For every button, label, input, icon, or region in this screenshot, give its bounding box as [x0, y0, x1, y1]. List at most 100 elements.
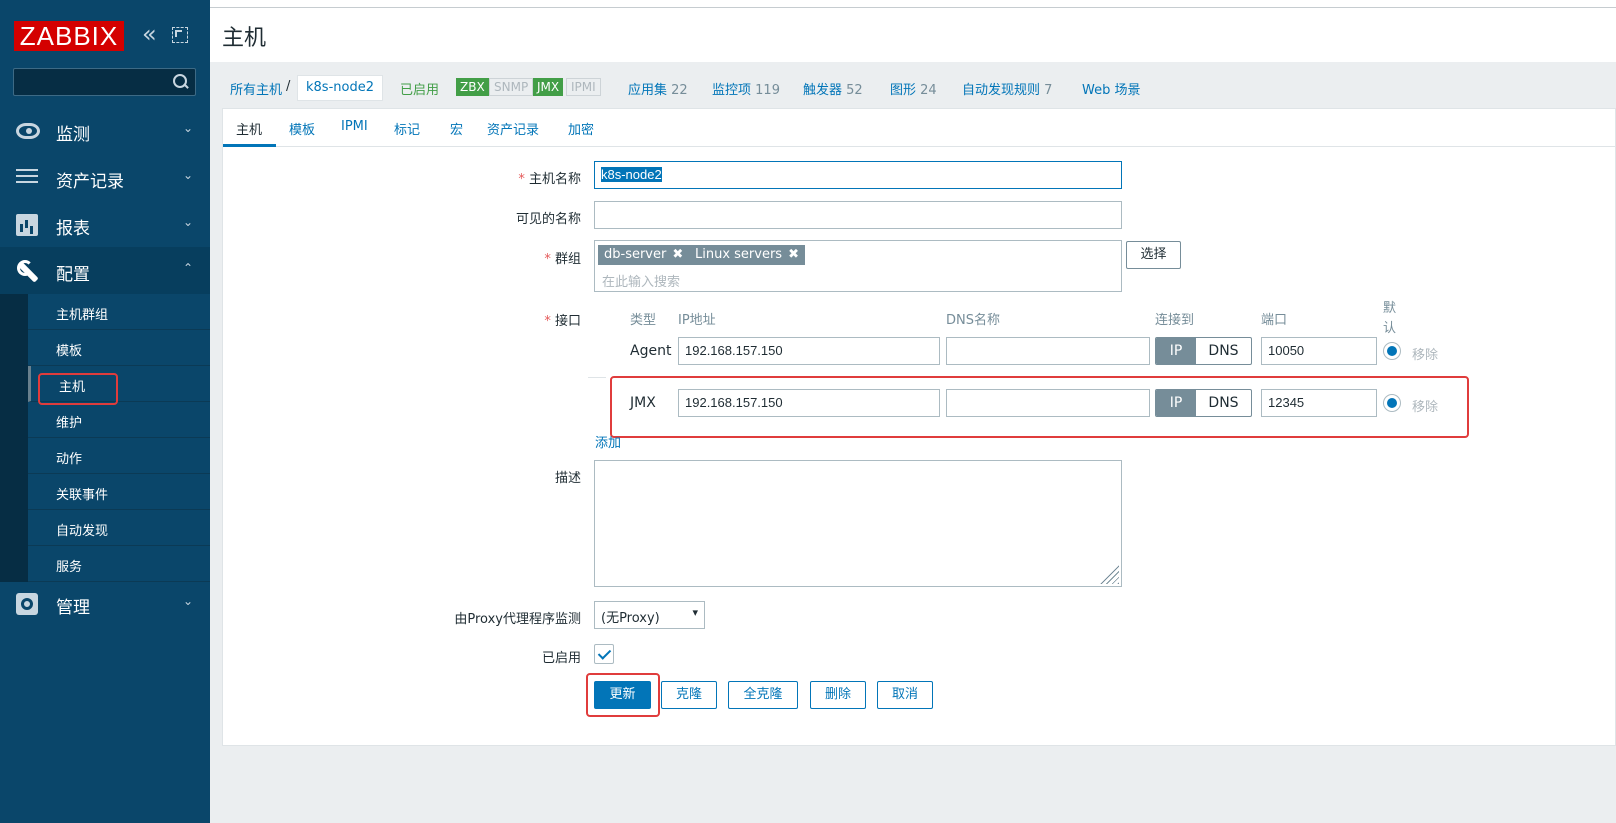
group-chip: Linux servers ✖ [689, 245, 805, 265]
description-textarea[interactable] [594, 460, 1122, 587]
link-count: 119 [755, 83, 780, 98]
page-title: 主机 [222, 26, 267, 51]
tab-ipmi[interactable]: IPMI [341, 119, 368, 134]
interface-header-ip: IP地址 [678, 313, 716, 328]
host-navigation: 所有主机 / k8s-node2 已启用 ZBX SNMP JMX IPMI 应… [210, 62, 1616, 108]
groups-multiselect[interactable]: db-server ✖ Linux servers ✖ 在此输入搜索 [594, 240, 1122, 292]
submenu-discovery[interactable]: 自动发现 [28, 510, 210, 546]
link-triggers[interactable]: 触发器 52 [803, 79, 863, 98]
agent-remove-link[interactable]: 移除 [1412, 344, 1438, 363]
host-form: 主机 模板 IPMI 标记 宏 资产记录 加密 * 主机名称 k8s-node2… [222, 108, 1616, 746]
agent-default-radio[interactable] [1383, 342, 1401, 360]
host-name-label: * 主机名称 [518, 172, 581, 187]
agent-dns-input[interactable] [946, 337, 1150, 365]
tab-host[interactable]: 主机 [236, 119, 262, 138]
chevron-down-icon: ⌄ [182, 594, 193, 608]
interface-header-dns: DNS名称 [946, 313, 1000, 328]
tab-templates[interactable]: 模板 [289, 119, 315, 138]
configuration-submenu: 主机群组 模板 主机 维护 动作 关联事件 自动发现 服务 [0, 294, 210, 582]
menu-monitoring[interactable]: 监测 ⌄ [0, 107, 210, 155]
interface-type-agent: Agent [630, 343, 672, 359]
tab-tags[interactable]: 标记 [394, 119, 420, 138]
cancel-button[interactable]: 取消 [877, 681, 933, 709]
menu-label: 管理 [56, 598, 90, 618]
menu-label: 资产记录 [56, 172, 124, 192]
gear-icon [16, 593, 38, 615]
interface-header-connect: 连接到 [1155, 313, 1195, 328]
full-clone-button[interactable]: 全克隆 [728, 681, 798, 709]
annotation-highlight-hosts [38, 373, 118, 405]
sidebar: ZABBIX « 监测 ⌄ 资产记录 ⌄ 报表 ⌄ 配置 ⌃ 主机群组 模板 主… [0, 0, 210, 823]
availability-ipmi-badge: IPMI [566, 78, 601, 96]
search-icon[interactable] [173, 74, 189, 90]
menu-administration[interactable]: 管理 ⌄ [0, 580, 210, 628]
chevron-down-icon: ⌄ [182, 168, 193, 182]
host-status[interactable]: 已启用 [400, 79, 439, 98]
remove-chip-icon[interactable]: ✖ [788, 247, 799, 262]
submenu-maintenance[interactable]: 维护 [28, 402, 210, 438]
enabled-checkbox[interactable] [594, 644, 614, 664]
link-web-scenarios[interactable]: Web 场景 [1082, 79, 1140, 98]
submenu-event-correlation[interactable]: 关联事件 [28, 474, 210, 510]
tab-macros[interactable]: 宏 [450, 119, 463, 138]
breadcrumb-current-host[interactable]: k8s-node2 [297, 75, 383, 101]
link-label: 应用集 [628, 83, 668, 98]
submenu-label: 主机群组 [56, 308, 109, 323]
chevron-down-icon: ⌄ [182, 121, 193, 135]
link-items[interactable]: 监控项 119 [712, 79, 780, 98]
host-name-input[interactable]: k8s-node2 [594, 161, 1122, 189]
connect-ip-option[interactable]: IP [1156, 338, 1196, 364]
link-label: 触发器 [803, 83, 843, 98]
host-name-value: k8s-node2 [601, 167, 662, 182]
sidebar-search-input[interactable] [13, 68, 196, 96]
groups-label: * 群组 [544, 252, 581, 267]
select-groups-button[interactable]: 选择 [1126, 241, 1181, 269]
tab-encryption[interactable]: 加密 [568, 119, 594, 138]
proxy-select[interactable]: (无Proxy) ▾ [594, 601, 705, 629]
menu-inventory[interactable]: 资产记录 ⌄ [0, 154, 210, 202]
submenu-actions[interactable]: 动作 [28, 438, 210, 474]
zabbix-logo[interactable]: ZABBIX [14, 21, 124, 51]
delete-button[interactable]: 删除 [810, 681, 866, 709]
breadcrumb-all-hosts[interactable]: 所有主机 [230, 79, 282, 98]
agent-port-input[interactable]: 10050 [1261, 337, 1377, 365]
logo-row: ZABBIX « [14, 21, 196, 51]
menu-configuration[interactable]: 配置 ⌃ [0, 247, 210, 295]
tab-inventory[interactable]: 资产记录 [487, 119, 539, 138]
submenu-label: 模板 [56, 344, 83, 359]
link-label: Web 场景 [1082, 83, 1141, 98]
top-border [210, 0, 1616, 8]
eye-icon [16, 123, 40, 139]
agent-connect-toggle[interactable]: IP DNS [1155, 337, 1252, 365]
submenu-services[interactable]: 服务 [28, 546, 210, 582]
collapse-sidebar-icon[interactable]: « [142, 22, 164, 47]
connect-dns-option[interactable]: DNS [1196, 338, 1251, 364]
annotation-highlight-jmx [610, 376, 1469, 438]
group-chip: db-server ✖ [598, 245, 690, 265]
remove-chip-icon[interactable]: ✖ [672, 247, 683, 262]
link-label: 图形 [890, 83, 917, 98]
list-icon [16, 167, 40, 189]
link-graphs[interactable]: 图形 24 [890, 79, 937, 98]
submenu-label: 动作 [56, 452, 83, 467]
submenu-host-groups[interactable]: 主机群组 [28, 294, 210, 330]
resize-handle-icon[interactable] [1099, 564, 1119, 584]
submenu-label: 自动发现 [56, 524, 109, 539]
active-tab-indicator [223, 144, 276, 147]
submenu-templates[interactable]: 模板 [28, 330, 210, 366]
annotation-highlight-update [586, 673, 660, 717]
visible-name-input[interactable] [594, 201, 1122, 229]
interfaces-label: * 接口 [544, 314, 581, 329]
add-interface-link[interactable]: 添加 [595, 432, 621, 451]
agent-ip-input[interactable]: 192.168.157.150 [678, 337, 940, 365]
clone-button[interactable]: 克隆 [661, 681, 717, 709]
chevron-down-icon: ⌄ [182, 215, 193, 229]
interface-header-default: 默认 [1383, 301, 1397, 336]
link-applications[interactable]: 应用集 22 [628, 79, 688, 98]
availability-jmx-badge: JMX [533, 78, 564, 96]
menu-reports[interactable]: 报表 ⌄ [0, 201, 210, 249]
groups-search-placeholder[interactable]: 在此输入搜索 [602, 271, 680, 290]
kiosk-mode-icon[interactable] [172, 27, 188, 43]
form-tabs: 主机 模板 IPMI 标记 宏 资产记录 加密 [223, 109, 1616, 147]
link-discovery-rules[interactable]: 自动发现规则 7 [962, 79, 1052, 98]
